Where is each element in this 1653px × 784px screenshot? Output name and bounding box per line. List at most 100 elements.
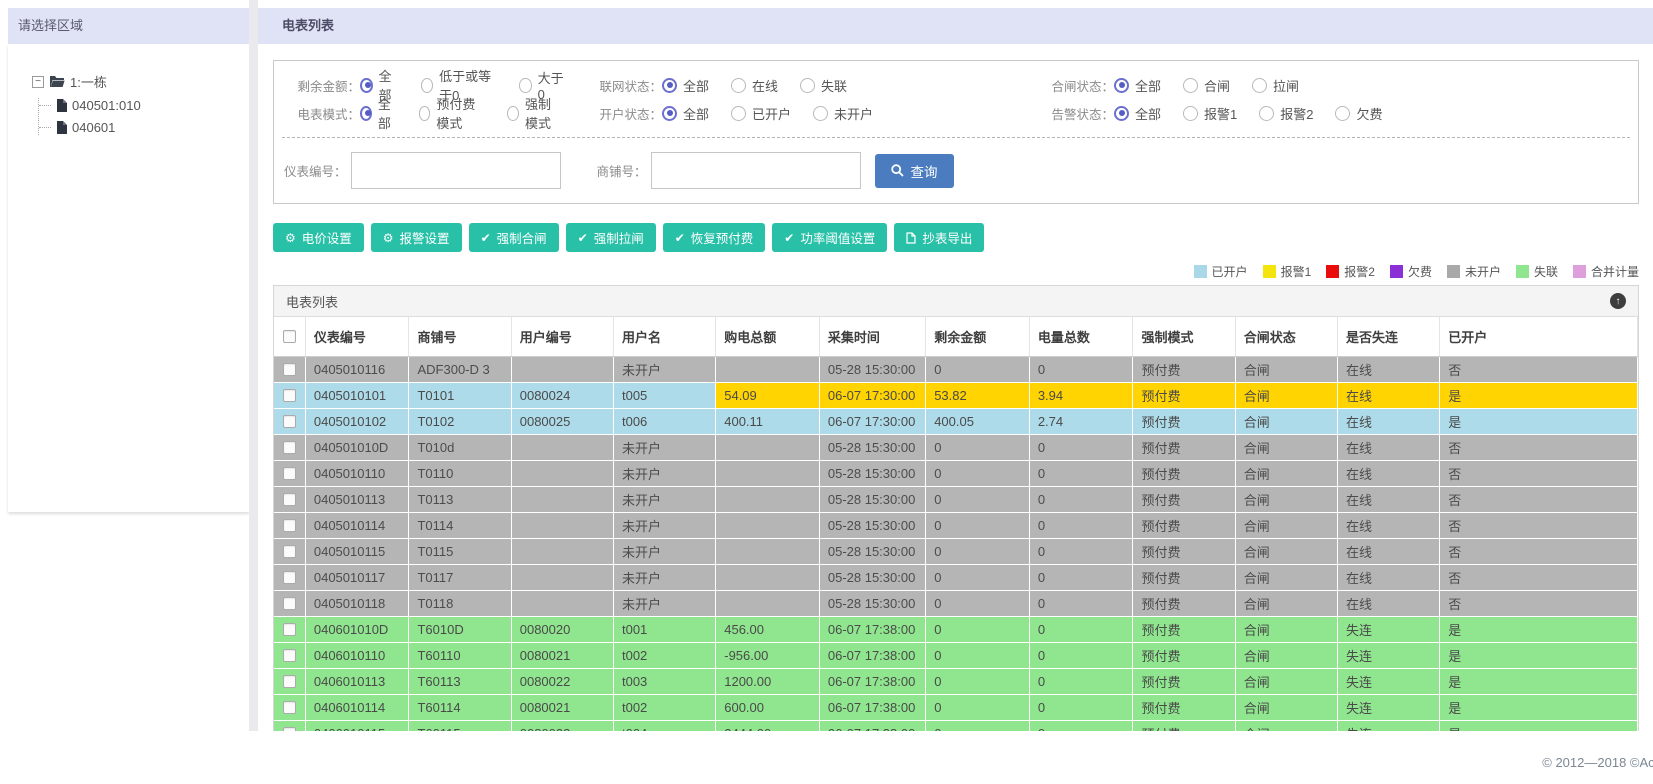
table-cell: 0406010110 — [305, 642, 410, 669]
legend-label: 报警1 — [1280, 264, 1312, 279]
radio-option[interactable]: 失联 — [800, 76, 847, 95]
toolbar-button[interactable]: ✔ 恢复预付费 — [662, 223, 766, 252]
radio-option[interactable]: 全部 — [1114, 76, 1161, 95]
toolbar-button[interactable]: ⚙ 电价设置 — [273, 223, 364, 252]
radio-icon[interactable] — [1114, 105, 1129, 121]
toolbar-button[interactable]: ✔ 功率阈值设置 — [772, 223, 888, 252]
row-checkbox[interactable] — [282, 545, 296, 558]
row-checkbox[interactable] — [282, 415, 296, 428]
legend-label: 未开户 — [1464, 264, 1501, 279]
radio-option[interactable]: 未开户 — [813, 104, 873, 123]
table-cell: 0080025 — [511, 408, 614, 435]
select-all-checkbox[interactable] — [282, 330, 296, 343]
meter-table-panel: 电表列表 ↑ 仪表编号 商铺号 用户编号 用户名 购电总额 采集时间 剩余金额 电量总数 强制模… — [273, 285, 1639, 748]
radio-icon[interactable] — [662, 105, 677, 121]
radio-option[interactable]: 报警2 — [1259, 104, 1313, 123]
column-header: 采集时间 — [819, 317, 927, 357]
table-cell: 0 — [1029, 512, 1134, 539]
radio-icon[interactable] — [662, 77, 677, 93]
radio-option[interactable]: 欠费 — [1335, 104, 1383, 123]
tree-node-root[interactable]: − 1:一栋 — [32, 72, 249, 91]
radio-icon[interactable] — [507, 105, 520, 121]
radio-option-label: 在线 — [752, 78, 779, 94]
row-checkbox[interactable] — [282, 389, 296, 402]
radio-icon[interactable] — [1114, 77, 1129, 93]
radio-icon[interactable] — [418, 105, 431, 121]
table-cell: 0 — [925, 512, 1030, 539]
radio-icon[interactable] — [1259, 105, 1275, 121]
radio-icon[interactable] — [1252, 77, 1268, 93]
radio-option[interactable]: 合闸 — [1183, 76, 1230, 95]
radio-icon[interactable] — [360, 105, 372, 121]
row-checkbox[interactable] — [282, 467, 296, 480]
radio-icon[interactable] — [360, 77, 373, 93]
radio-option[interactable]: 全部 — [360, 94, 397, 132]
table-cell: t002 — [613, 694, 717, 721]
radio-option[interactable]: 预付费模式 — [418, 94, 486, 132]
radio-option[interactable]: 报警1 — [1183, 104, 1237, 123]
radio-icon[interactable] — [1183, 105, 1199, 121]
radio-icon[interactable] — [420, 77, 434, 93]
table-cell: 合闸 — [1235, 694, 1338, 721]
table-cell: 未开户 — [613, 564, 717, 591]
toolbar-button[interactable]: ✔ 强制拉闸 — [565, 223, 656, 252]
radio-icon[interactable] — [800, 77, 816, 93]
row-checkbox[interactable] — [282, 623, 296, 636]
radio-option[interactable]: 拉闸 — [1252, 76, 1299, 95]
radio-option[interactable]: 强制模式 — [507, 94, 564, 132]
sidebar: 请选择区域 − 1:一栋 040501:010 040601 — [8, 8, 249, 512]
table-cell: T0101 — [408, 382, 512, 409]
row-checkbox[interactable] — [282, 649, 296, 662]
filter-group-label: 告警状态： — [1051, 107, 1114, 122]
radio-option[interactable]: 全部 — [662, 104, 709, 123]
toolbar-button[interactable]: ⚙ 报警设置 — [370, 223, 462, 252]
row-checkbox[interactable] — [282, 363, 296, 376]
row-checkbox[interactable] — [282, 493, 296, 506]
table-header-row: 仪表编号 商铺号 用户编号 用户名 购电总额 采集时间 剩余金额 电量总数 强制模式 合闸状态 是否… — [274, 317, 1638, 357]
table-cell: 未开户 — [613, 356, 717, 383]
legend-label: 报警2 — [1344, 264, 1375, 279]
shop-no-input[interactable] — [650, 152, 861, 189]
row-checkbox[interactable] — [282, 519, 296, 532]
radio-icon[interactable] — [731, 105, 747, 121]
table-cell: 456.00 — [715, 616, 820, 643]
table-cell: 是 — [1439, 408, 1638, 435]
sidebar-title: 请选择区域 — [8, 8, 249, 44]
tree-node-leaf[interactable]: 040501:010 — [39, 98, 249, 113]
radio-icon[interactable] — [1335, 105, 1351, 121]
toolbar-button[interactable]: 抄表导出 — [894, 223, 985, 252]
table-cell: -956.00 — [715, 642, 820, 669]
table-cell: 在线 — [1337, 512, 1441, 539]
legend-swatch — [1389, 264, 1403, 278]
collapse-panel-icon[interactable]: ↑ — [1610, 293, 1626, 309]
table-cell: 0 — [925, 460, 1030, 487]
row-checkbox[interactable] — [282, 571, 296, 584]
table-cell: 06-07 17:38:00 — [819, 668, 927, 695]
meter-no-input[interactable] — [350, 152, 561, 189]
table-cell — [715, 434, 820, 461]
tree-collapse-toggle[interactable]: − — [32, 75, 44, 88]
radio-option[interactable]: 全部 — [662, 76, 709, 95]
table-cell: 0 — [925, 642, 1030, 669]
tree-node-leaf[interactable]: 040601 — [39, 120, 249, 135]
legend: 已开户 报警1 报警2 欠费 未开户 失联 合并计量 — [258, 263, 1639, 279]
table-cell: 0 — [1029, 564, 1134, 591]
search-button[interactable]: 查询 — [874, 153, 954, 188]
table-cell: 54.09 — [715, 382, 820, 409]
radio-icon[interactable] — [1183, 77, 1199, 93]
legend-label: 已开户 — [1211, 264, 1248, 279]
row-checkbox[interactable] — [282, 675, 296, 688]
radio-icon[interactable] — [519, 77, 532, 93]
radio-option[interactable]: 在线 — [731, 76, 778, 95]
radio-option[interactable]: 已开户 — [731, 104, 791, 123]
radio-icon[interactable] — [731, 77, 747, 93]
row-checkbox[interactable] — [282, 701, 296, 714]
radio-icon[interactable] — [813, 105, 829, 121]
table-cell: 0 — [925, 694, 1030, 721]
toolbar-button[interactable]: ✔ 强制合闸 — [468, 223, 559, 252]
table-cell: T60114 — [408, 694, 512, 721]
radio-option[interactable]: 全部 — [1114, 104, 1161, 123]
table-cell: 0405010115 — [305, 538, 410, 565]
row-checkbox[interactable] — [282, 441, 296, 454]
row-checkbox[interactable] — [282, 597, 296, 610]
